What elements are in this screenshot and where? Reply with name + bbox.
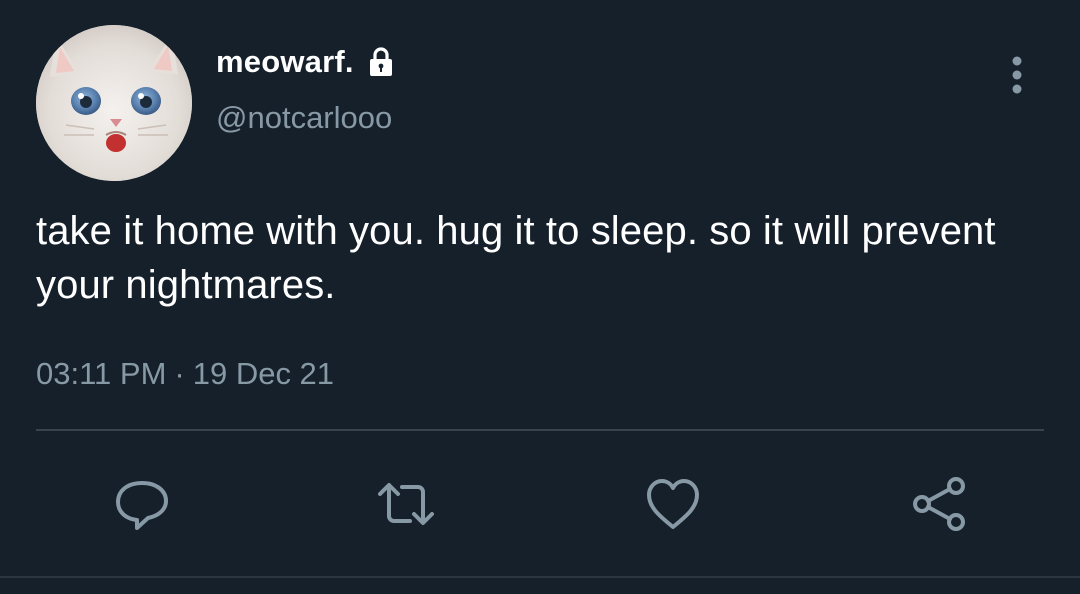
heart-icon — [647, 479, 699, 529]
meta-separator: · — [174, 356, 185, 391]
bottom-divider — [0, 576, 1080, 578]
avatar[interactable] — [36, 25, 192, 181]
retweet-button[interactable] — [374, 472, 438, 536]
author-name-row: meowarf. — [216, 40, 398, 84]
tweet-timestamp[interactable]: 03:11 PM · 19 Dec 21 — [36, 356, 334, 392]
tweet-card: meowarf. @notcarlooo take it home with y… — [0, 0, 1080, 594]
more-options-button[interactable] — [998, 52, 1036, 98]
tweet-time: 03:11 PM — [36, 356, 167, 391]
like-button[interactable] — [641, 472, 705, 536]
reply-icon — [116, 481, 168, 530]
user-handle[interactable]: @notcarlooo — [216, 100, 392, 136]
tweet-text: take it home with you. hug it to sleep. … — [36, 209, 996, 307]
retweet-icon — [378, 483, 434, 525]
cat-avatar-image — [36, 25, 192, 181]
share-icon — [913, 477, 965, 531]
divider — [36, 429, 1044, 431]
lock-icon — [364, 45, 398, 79]
reply-button[interactable] — [110, 472, 174, 536]
share-button[interactable] — [907, 472, 971, 536]
more-vertical-icon — [1012, 56, 1022, 94]
tweet-date: 19 Dec 21 — [192, 356, 335, 391]
display-name[interactable]: meowarf. — [216, 44, 354, 80]
